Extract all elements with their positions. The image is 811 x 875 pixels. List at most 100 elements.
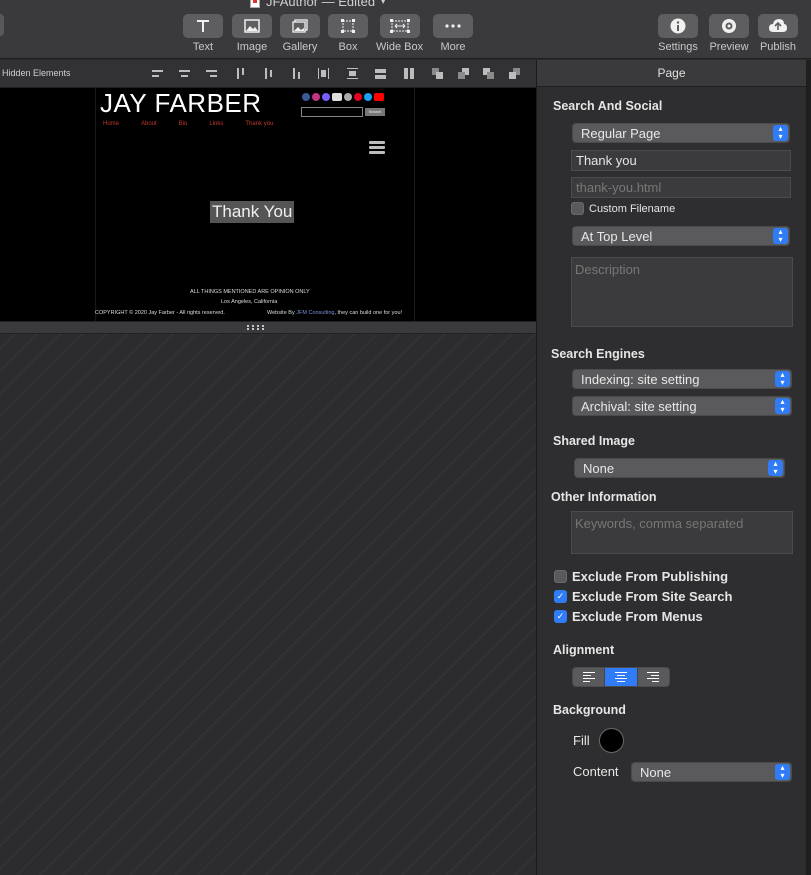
instagram-icon[interactable]: [312, 93, 320, 101]
canvas-resize-handle[interactable]: [0, 321, 536, 334]
hand-icon[interactable]: [344, 93, 352, 101]
exclude-publishing-checkbox[interactable]: Exclude From Publishing: [554, 569, 728, 584]
nav-link-thank-you[interactable]: Thank you: [245, 121, 273, 127]
description-field[interactable]: Description: [571, 257, 793, 327]
align-left-button[interactable]: [573, 668, 604, 686]
alignment-heading: Alignment: [553, 643, 615, 657]
bring-to-front-icon[interactable]: [432, 68, 443, 79]
youtube-icon[interactable]: [374, 93, 384, 101]
updown-chevron-icon: ▴ ▾: [775, 764, 790, 780]
footer-website-link[interactable]: JFM Consulting: [296, 310, 334, 316]
nav-link-home[interactable]: Home: [103, 121, 119, 127]
pinterest-icon[interactable]: [354, 93, 362, 101]
footer-opinion-text: ALL THINGS MENTIONED ARE OPINION ONLY: [190, 289, 310, 295]
custom-filename-label: Custom Filename: [589, 202, 676, 215]
exclude-publishing-label: Exclude From Publishing: [572, 569, 729, 584]
shared-image-select[interactable]: None ▴ ▾: [574, 458, 785, 478]
settings-button[interactable]: Settings: [658, 14, 698, 53]
wide-box-icon: [379, 14, 420, 38]
gallery-button[interactable]: Gallery: [280, 14, 320, 53]
updown-chevron-icon: ▴ ▾: [773, 125, 788, 141]
align-top-icon[interactable]: [235, 68, 246, 79]
align-right-icon[interactable]: [206, 68, 217, 79]
imdb-icon[interactable]: [332, 93, 342, 101]
distribute-horizontal-icon[interactable]: [318, 68, 329, 79]
align-middle-icon[interactable]: [263, 68, 274, 79]
exclude-menus-checkbox[interactable]: ✓ Exclude From Menus: [554, 609, 703, 624]
exclude-menus-label: Exclude From Menus: [572, 609, 703, 624]
hamburger-menu-icon[interactable]: [369, 141, 385, 156]
site-search-input[interactable]: [301, 107, 363, 117]
fill-color-swatch[interactable]: [599, 728, 624, 753]
page-type-select[interactable]: Regular Page ▴ ▾: [572, 123, 790, 143]
publish-button[interactable]: Publish: [758, 14, 798, 53]
shared-image-value: None: [583, 461, 615, 476]
align-right-button[interactable]: [636, 668, 669, 686]
site-nav: Home About Bio Links Thank you: [103, 121, 273, 127]
distribute-vertical-icon[interactable]: [347, 68, 358, 79]
nav-link-about[interactable]: About: [141, 121, 157, 127]
text-button[interactable]: Text: [183, 14, 223, 53]
preview-button[interactable]: Preview: [709, 14, 749, 53]
archival-value: Archival: site setting: [581, 399, 697, 414]
more-button[interactable]: More: [433, 14, 473, 53]
gallery-icon: [280, 14, 320, 38]
updown-chevron-icon: ▴ ▾: [773, 228, 788, 244]
keywords-field[interactable]: Keywords, comma separated: [571, 511, 793, 554]
same-height-icon[interactable]: [403, 68, 414, 79]
thank-you-heading[interactable]: Thank You: [210, 201, 295, 223]
search-social-heading: Search And Social: [553, 99, 663, 113]
page-type-value: Regular Page: [581, 126, 661, 141]
inspector-tab-page[interactable]: Page: [537, 60, 806, 87]
indexing-select[interactable]: Indexing: site setting ▴ ▾: [572, 369, 792, 389]
align-bottom-icon[interactable]: [291, 68, 302, 79]
shared-image-heading: Shared Image: [553, 434, 635, 448]
other-information-heading: Other Information: [551, 490, 657, 504]
text-align-center-icon: [614, 670, 627, 684]
twitter-icon[interactable]: [364, 93, 372, 101]
image-button-label: Image: [236, 41, 268, 53]
updown-chevron-icon: ▴ ▾: [775, 371, 790, 387]
search-engines-heading: Search Engines: [551, 347, 645, 361]
send-to-back-icon[interactable]: [509, 68, 520, 79]
align-center-icon[interactable]: [179, 68, 190, 79]
background-heading: Background: [553, 703, 626, 717]
box-button[interactable]: Box: [328, 14, 368, 53]
page-level-select[interactable]: At Top Level ▴ ▾: [572, 226, 790, 246]
same-width-icon[interactable]: [375, 68, 386, 79]
hidden-elements-toggle[interactable]: Hidden Elements: [2, 68, 71, 78]
document-icon: [250, 0, 260, 8]
align-left-icon[interactable]: [152, 68, 163, 79]
facebook-icon[interactable]: [302, 93, 310, 101]
archival-select[interactable]: Archival: site setting ▴ ▾: [572, 396, 792, 416]
gallery-button-label: Gallery: [282, 41, 318, 53]
more-icon: [433, 14, 473, 38]
updown-chevron-icon: ▴ ▾: [768, 460, 783, 476]
checkbox-unchecked-icon: [554, 570, 567, 583]
background-content-select[interactable]: None ▴ ▾: [631, 762, 792, 782]
chevron-down-icon[interactable]: ▾: [381, 0, 385, 6]
bring-forward-icon[interactable]: [458, 68, 469, 79]
filename-field[interactable]: thank-you.html: [571, 177, 791, 198]
toolbar: JFAuthor — Edited ▾ Text Image Gallery B…: [0, 0, 811, 59]
page-canvas[interactable]: JAY FARBER Home About Bio Links Thank yo…: [0, 88, 536, 321]
updown-chevron-icon: ▴ ▾: [775, 398, 790, 414]
nav-link-bio[interactable]: Bio: [179, 121, 188, 127]
site-search-button[interactable]: Search: [365, 108, 385, 116]
align-center-button[interactable]: [604, 668, 637, 686]
custom-filename-checkbox[interactable]: Custom Filename: [571, 202, 675, 215]
cloud-upload-icon: [758, 14, 798, 38]
page-title-field[interactable]: Thank you: [571, 150, 791, 171]
site-title[interactable]: JAY FARBER: [100, 88, 262, 119]
send-backward-icon[interactable]: [483, 68, 494, 79]
window-edge: [806, 60, 811, 875]
nav-link-links[interactable]: Links: [209, 121, 223, 127]
podcast-icon[interactable]: [322, 93, 330, 101]
sidebar-toggle-button[interactable]: [0, 14, 4, 36]
alignment-segmented-control: [572, 667, 670, 687]
image-button[interactable]: Image: [232, 14, 272, 53]
content-label: Content: [573, 764, 619, 779]
exclude-site-search-checkbox[interactable]: ✓ Exclude From Site Search: [554, 589, 732, 604]
wide-box-button[interactable]: Wide Box: [376, 14, 423, 53]
text-button-label: Text: [192, 41, 214, 53]
